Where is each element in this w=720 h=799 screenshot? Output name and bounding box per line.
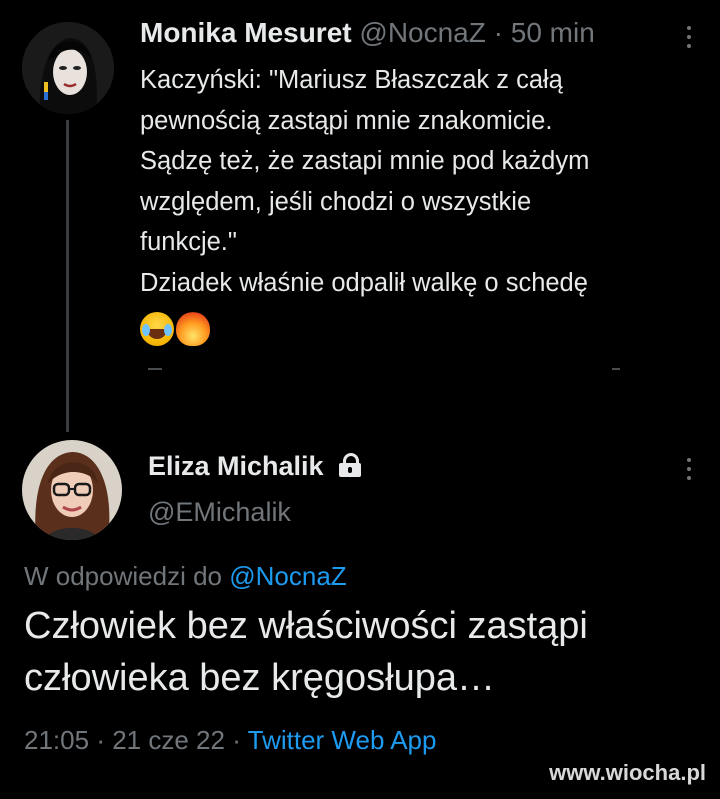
reply-handle-link[interactable]: @NocnaZ xyxy=(229,561,346,591)
author-handle[interactable]: @NocnaZ xyxy=(359,17,485,48)
tweet-time[interactable]: 50 min xyxy=(511,17,595,48)
tweet-line: Człowiek bez właściwości zastąpi xyxy=(24,605,588,647)
tweet-line: człowieka bez kręgosłupa… xyxy=(24,657,496,699)
emoji-row xyxy=(140,312,210,346)
tweet-line: Kaczyński: "Mariusz Błaszczak z całą xyxy=(140,66,563,94)
site-watermark: www.wiocha.pl xyxy=(549,760,706,785)
more-options-icon[interactable] xyxy=(684,456,694,482)
tweet1-text: Kaczyński: "Mariusz Błaszczak z całą pew… xyxy=(140,60,700,303)
reply-tweet-text: Człowiek bez właściwości zastąpi człowie… xyxy=(24,600,714,704)
lock-icon xyxy=(339,453,362,477)
tweet-line: Dziadek właśnie odpalił walkę o schedę xyxy=(140,268,588,297)
tweet-date[interactable]: 21 cze 22 xyxy=(112,725,225,755)
dot-separator: · xyxy=(232,725,241,755)
fire-emoji xyxy=(176,312,210,346)
reply-prefix: W odpowiedzi do xyxy=(24,561,222,591)
avatar-eliza[interactable] xyxy=(22,440,122,540)
tweet-line: Sądzę też, że zastapi mnie pod każdym xyxy=(140,147,590,175)
more-options-icon[interactable] xyxy=(684,24,694,50)
tweet-line: funkcje." xyxy=(140,228,237,256)
tweet-meta: 21:05 · 21 cze 22 · Twitter Web App xyxy=(24,725,436,756)
reply-author-name[interactable]: Eliza Michalik xyxy=(148,451,362,482)
faint-divider xyxy=(148,368,162,370)
dot-separator: · xyxy=(96,725,105,755)
tweet-line: względem, jeśli chodzi o wszystkie xyxy=(140,187,532,216)
reply-author-handle[interactable]: @EMichalik xyxy=(148,497,291,528)
face-with-tears-of-joy-emoji xyxy=(140,312,174,346)
avatar-monika[interactable] xyxy=(22,22,114,114)
tweet-source-link[interactable]: Twitter Web App xyxy=(248,725,437,755)
dot-separator: · xyxy=(493,17,503,48)
author-name[interactable]: Monika Mesuret xyxy=(140,17,352,48)
tweet1-header: Monika Mesuret @NocnaZ · 50 min xyxy=(140,16,595,50)
tweet-line: pewnością zastąpi mnie znakomicie. xyxy=(140,106,553,135)
quoted-tweet[interactable]: Monika Mesuret @NocnaZ · 50 min Kaczyńsk… xyxy=(0,0,720,432)
author-name: Eliza Michalik xyxy=(148,451,324,481)
tweet-time[interactable]: 21:05 xyxy=(24,725,89,755)
faint-divider xyxy=(612,368,620,370)
thread-connector-line xyxy=(66,120,69,432)
reply-context: W odpowiedzi do @NocnaZ xyxy=(24,561,347,592)
